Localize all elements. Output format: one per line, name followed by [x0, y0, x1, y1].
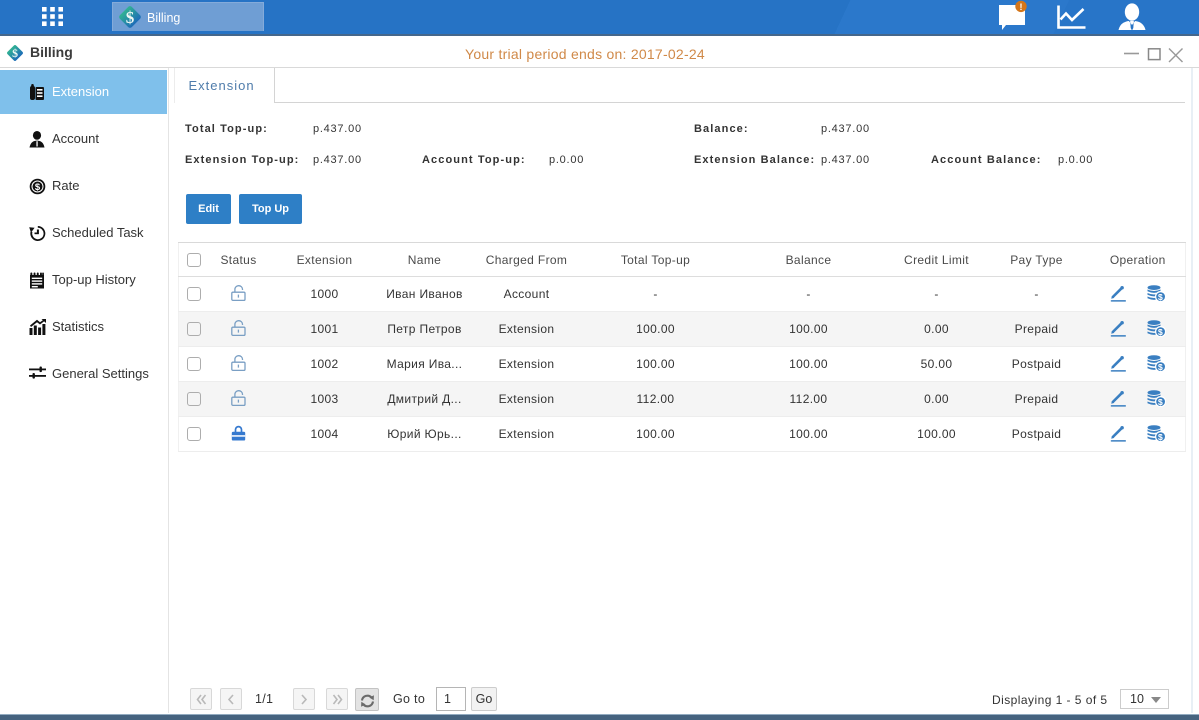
svg-text:$: $: [35, 182, 41, 193]
svg-text:$: $: [1158, 326, 1163, 336]
svg-text:!: !: [1020, 2, 1023, 12]
svg-text:$: $: [1158, 361, 1163, 371]
svg-text:$: $: [1158, 396, 1163, 406]
svg-text:$: $: [1158, 291, 1163, 301]
svg-text:$: $: [1158, 431, 1163, 441]
svg-text:$: $: [126, 8, 135, 27]
